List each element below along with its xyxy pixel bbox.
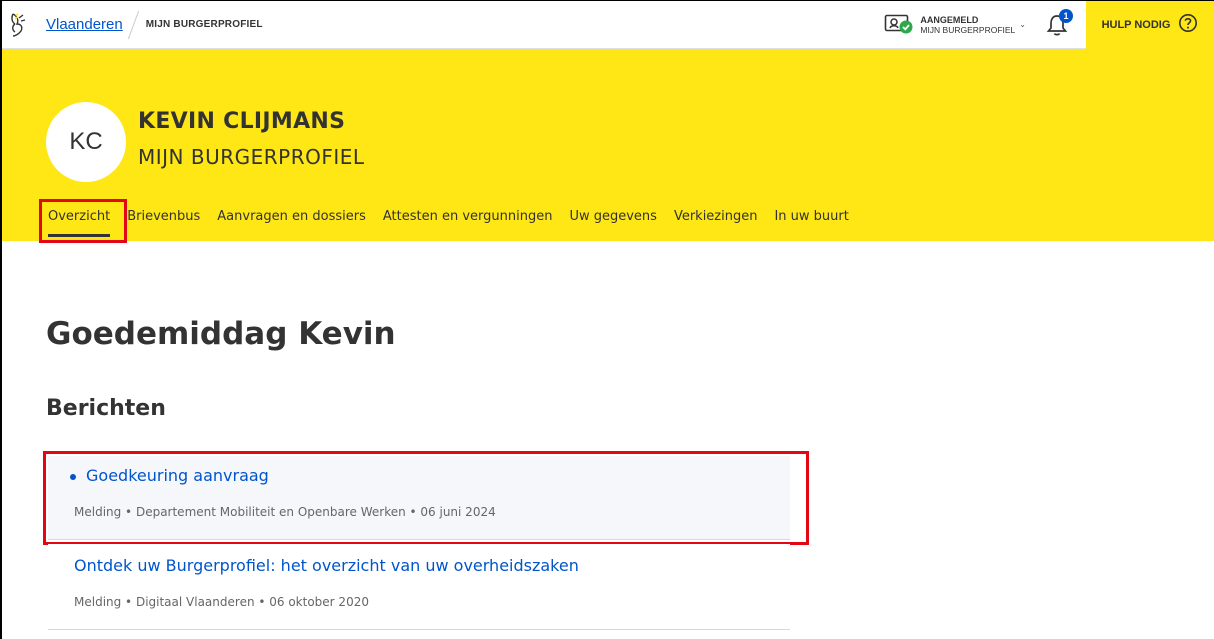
avatar: KC: [46, 102, 126, 182]
bell-icon: [1046, 14, 1068, 41]
tab-highlight-box: [39, 199, 127, 243]
top-bar: Vlaanderen MIJN BURGERPROFIEL AANGEMELD …: [2, 0, 1214, 49]
tab-verkiezingen[interactable]: Verkiezingen: [674, 209, 758, 232]
profile-tabs: Overzicht Brievenbus Aanvragen en dossie…: [48, 209, 866, 237]
message-highlight-box: [43, 451, 809, 545]
message-title-link[interactable]: Ontdek uw Burgerprofiel: het overzicht v…: [74, 556, 579, 575]
account-name: MIJN BURGERPROFIEL: [920, 24, 1016, 35]
message-item[interactable]: Ontdek uw Burgerprofiel: het overzicht v…: [48, 544, 790, 630]
vlaanderen-home-link[interactable]: Vlaanderen: [46, 16, 123, 33]
messages-heading: Berichten: [46, 396, 166, 421]
profile-subtitle: MIJN BURGERPROFIEL: [138, 145, 365, 169]
tab-brievenbus[interactable]: Brievenbus: [127, 209, 200, 232]
help-label: HULP NODIG: [1101, 18, 1171, 31]
id-card-check-icon: [884, 12, 914, 38]
flemish-lion-icon[interactable]: [2, 1, 34, 49]
tab-aanvragen-en-dossiers[interactable]: Aanvragen en dossiers: [217, 209, 366, 232]
profile-name: KEVIN CLIJMANS: [138, 109, 346, 134]
notification-badge: 1: [1059, 8, 1073, 23]
tab-attesten-en-vergunningen[interactable]: Attesten en vergunningen: [383, 209, 553, 232]
question-circle-icon: [1178, 13, 1198, 37]
tab-in-uw-buurt[interactable]: In uw buurt: [774, 209, 848, 232]
breadcrumb-divider: [127, 10, 139, 39]
account-menu[interactable]: AANGEMELD MIJN BURGERPROFIEL ⌄: [884, 12, 1026, 38]
profile-header: KC KEVIN CLIJMANS MIJN BURGERPROFIEL Ove…: [2, 49, 1214, 243]
message-meta: Melding • Digitaal Vlaanderen • 06 oktob…: [74, 595, 369, 609]
notifications-button[interactable]: 1: [1046, 8, 1073, 37]
account-status: AANGEMELD: [920, 14, 979, 25]
greeting-heading: Goedemiddag Kevin: [46, 316, 396, 352]
help-button[interactable]: HULP NODIG: [1086, 0, 1214, 49]
breadcrumb[interactable]: MIJN BURGERPROFIEL: [146, 19, 263, 30]
tab-uw-gegevens[interactable]: Uw gegevens: [569, 209, 656, 232]
chevron-down-icon: ⌄: [1019, 20, 1026, 29]
